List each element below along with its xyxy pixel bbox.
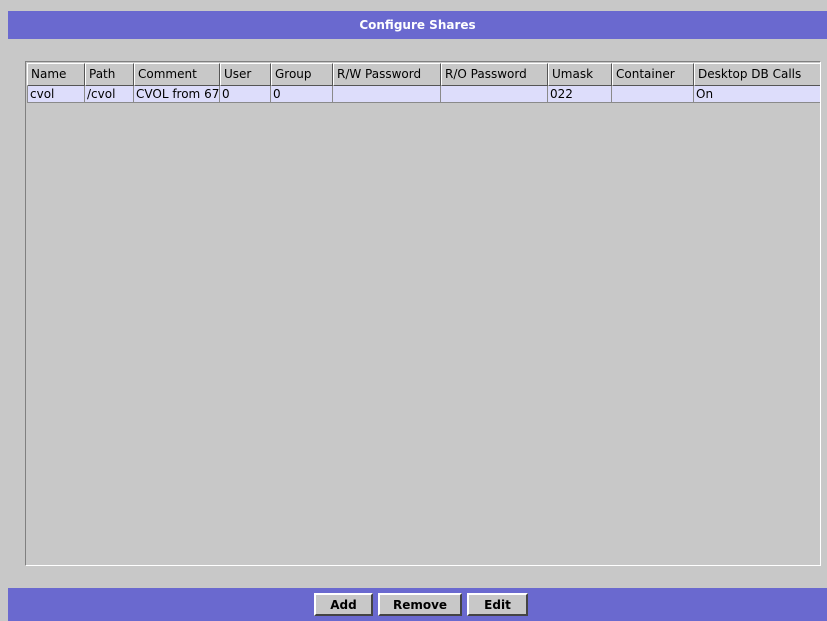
cell-container[interactable] [612, 86, 694, 103]
column-header-desktop-db-calls[interactable]: Desktop DB Calls [694, 63, 820, 86]
cell-rw-password[interactable] [333, 86, 441, 103]
column-header-umask[interactable]: Umask [548, 63, 612, 86]
column-header-rw-password[interactable]: R/W Password [333, 63, 441, 86]
cell-desktop-db-calls[interactable]: On [694, 86, 820, 103]
column-header-ro-password[interactable]: R/O Password [441, 63, 548, 86]
cell-name[interactable]: cvol [27, 86, 85, 103]
cell-umask[interactable]: 022 [548, 86, 612, 103]
column-header-comment[interactable]: Comment [134, 63, 220, 86]
edit-button[interactable]: Edit [467, 593, 528, 616]
cell-path[interactable]: /cvol [85, 86, 134, 103]
add-button[interactable]: Add [314, 593, 373, 616]
table-header: Name Path Comment User Group R/W Passwor… [27, 63, 820, 86]
cell-comment[interactable]: CVOL from 67 [134, 86, 220, 103]
column-header-name[interactable]: Name [27, 63, 85, 86]
column-header-container[interactable]: Container [612, 63, 694, 86]
window-title-bar: Configure Shares [8, 11, 827, 39]
column-header-group[interactable]: Group [271, 63, 333, 86]
cell-group[interactable]: 0 [271, 86, 333, 103]
table-row[interactable]: cvol /cvol CVOL from 67 0 0 022 On [27, 86, 820, 103]
window-title: Configure Shares [359, 18, 476, 32]
column-header-path[interactable]: Path [85, 63, 134, 86]
column-header-user[interactable]: User [220, 63, 271, 86]
shares-table[interactable]: Name Path Comment User Group R/W Passwor… [25, 61, 821, 566]
cell-user[interactable]: 0 [220, 86, 271, 103]
cell-ro-password[interactable] [441, 86, 548, 103]
remove-button[interactable]: Remove [378, 593, 462, 616]
